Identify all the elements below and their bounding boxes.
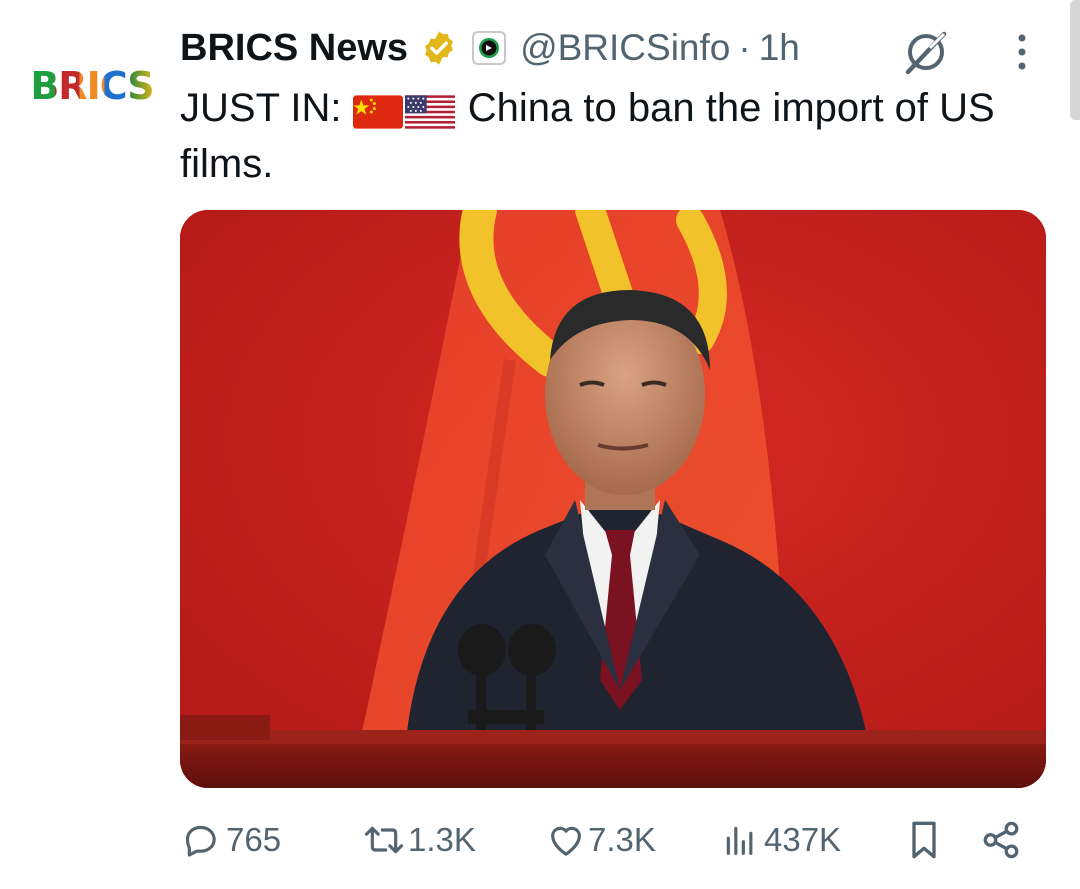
china-flag-icon [352, 89, 403, 130]
affiliate-badge-icon[interactable] [472, 31, 507, 65]
author-handle[interactable]: @BRICSinfo [520, 27, 730, 69]
bookmark-icon [904, 818, 944, 862]
grok-icon[interactable] [900, 26, 952, 78]
tweet-text: JUST IN: China to ban the import of US f… [180, 80, 1060, 192]
share-icon [980, 819, 1022, 861]
tweet[interactable]: BRICS BRICS News @BRICSinfo · 1h JUST IN… [0, 0, 1080, 889]
tweet-text-prefix: JUST IN: [180, 86, 342, 130]
tweet-photo[interactable] [180, 210, 1046, 788]
views-button[interactable]: 437K [720, 812, 841, 868]
timestamp[interactable]: 1h [759, 27, 800, 69]
views-count: 437K [764, 821, 842, 858]
repost-icon [362, 820, 406, 860]
like-count: 7.3K [588, 821, 656, 858]
tweet-actions: 765 1.3K 7.3K 437K [180, 812, 1040, 868]
reply-icon [180, 820, 220, 860]
repost-count: 1.3K [408, 821, 476, 858]
more-options-icon[interactable] [1008, 30, 1036, 74]
like-button[interactable]: 7.3K [546, 812, 656, 868]
views-chart-icon [720, 820, 760, 860]
usa-flag-icon [404, 89, 455, 130]
bookmark-button[interactable] [904, 812, 944, 868]
avatar[interactable]: BRICS [30, 60, 154, 112]
scrollbar[interactable] [1070, 0, 1080, 120]
share-button[interactable] [980, 812, 1022, 868]
verified-gold-badge-icon[interactable] [420, 29, 458, 67]
avatar-logo-text: BRICS [30, 64, 154, 108]
display-name[interactable]: BRICS News [180, 27, 408, 70]
photo-illustration [180, 210, 1046, 788]
separator-dot: · [738, 27, 751, 68]
repost-button[interactable]: 1.3K [362, 812, 476, 868]
reply-button[interactable]: 765 [180, 812, 281, 868]
heart-icon [546, 820, 586, 860]
reply-count: 765 [226, 821, 282, 858]
